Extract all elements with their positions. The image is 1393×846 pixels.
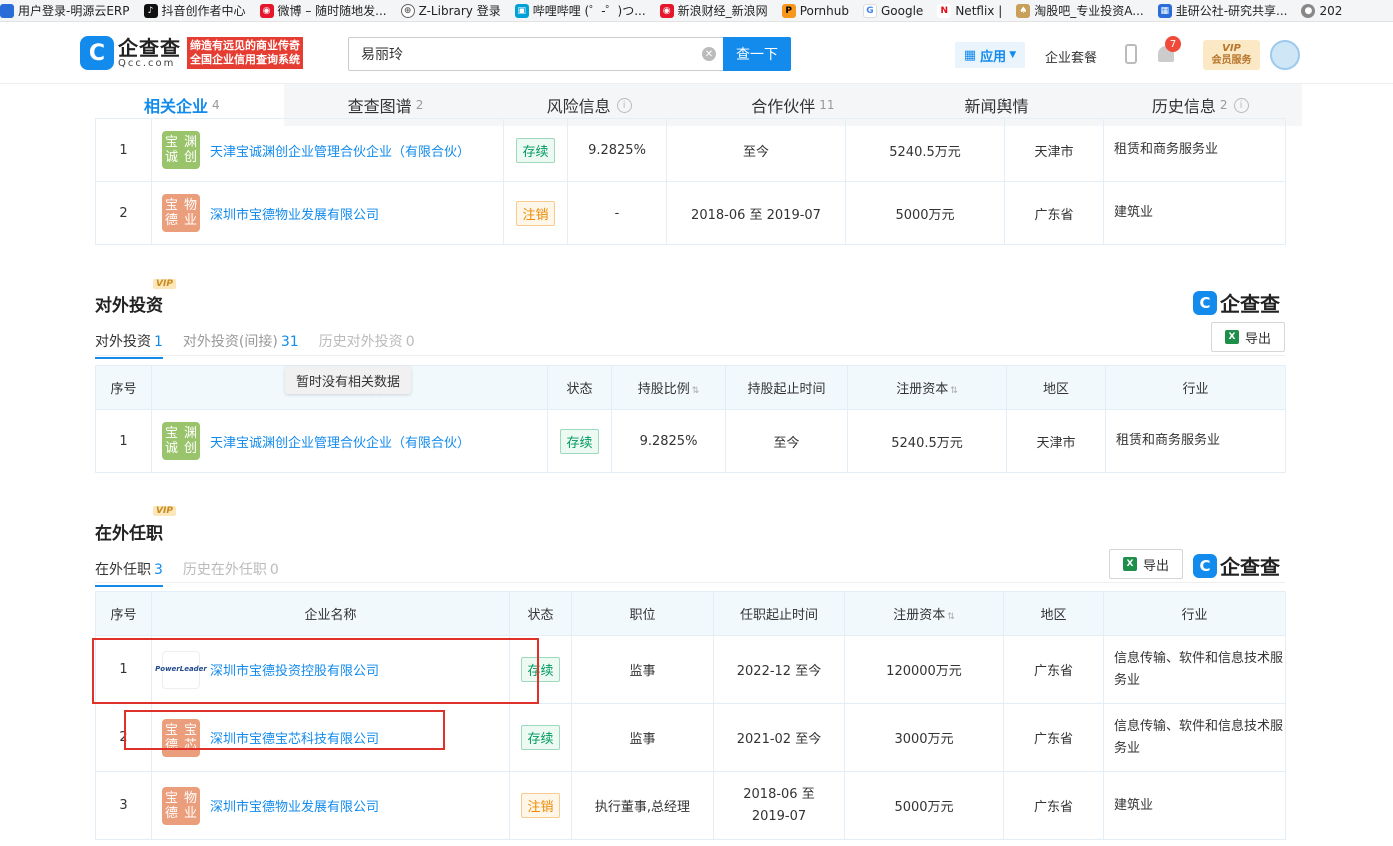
globe-icon: ⊕ (400, 3, 415, 18)
weibo-icon: ◉ (259, 3, 274, 18)
mingyuan-icon (0, 3, 14, 18)
tooltip: 暂时没有相关数据 (285, 366, 411, 394)
annotation-box (124, 710, 445, 750)
annotation-box (92, 638, 539, 704)
logo-domain: Qcc.com (118, 57, 176, 69)
sort-icon: ⇅ (947, 612, 955, 622)
sort-icon: ⇅ (950, 386, 958, 396)
qcc-watermark: C 企查查 (1193, 551, 1280, 580)
logo-name: 企查查 (118, 35, 181, 60)
clear-icon[interactable]: ✕ (702, 47, 716, 61)
enterprise-package-link[interactable]: 企业套餐 (1045, 47, 1097, 66)
bookmarks-bar: 用户登录-明源云ERP ♪ 抖音创作者中心 ◉ 微博 – 随时随地发... ⊕ Z-L… (0, 0, 1393, 22)
netflix-icon: N (937, 3, 952, 18)
table-row: 1 宝诚 渊创 天津宝诚渊创企业管理合伙企业（有限合伙） 存续 9.2825% 至今… (95, 409, 1286, 473)
company-link[interactable]: 深圳市宝德物业发展有限公司 (210, 204, 379, 223)
search-input[interactable]: 易丽玲 ✕ (348, 37, 724, 71)
bookmark-douyin[interactable]: ♪ 抖音创作者中心 (143, 2, 246, 19)
table-row: 2 宝德 物业 深圳市宝德物业发展有限公司 注销 - 2018-06 至 2019-… (95, 181, 1286, 245)
qcc-logo-icon: C (1193, 553, 1217, 578)
export-button[interactable]: X 导出 (1109, 549, 1183, 579)
sort-capital[interactable]: 注册资本 ⇅ (847, 365, 1007, 410)
excel-icon: X (1224, 330, 1239, 344)
status-badge: 存续 (560, 428, 599, 454)
qcc-logo-icon: C (1193, 290, 1217, 315)
douyin-icon: ♪ (143, 3, 158, 18)
bookmark-zlibrary[interactable]: ⊕ Z-Library 登录 (400, 2, 501, 19)
jiuyan-icon: ▦ (1157, 3, 1172, 18)
info-icon: i (616, 97, 632, 113)
sort-ratio[interactable]: 持股比例 ⇅ (611, 365, 726, 410)
company-logo: 宝德 物业 (162, 786, 200, 825)
company-logo: 宝诚 渊创 (162, 131, 200, 169)
search-button[interactable]: 查一下 (723, 37, 791, 71)
company-logo: 宝德 物业 (162, 194, 200, 232)
bookmark-ph[interactable]: P Pornhub (781, 3, 849, 18)
bookmark-netflix[interactable]: N Netflix | (937, 3, 1002, 18)
bookmark-taoguba[interactable]: ♠ 淘股吧_专业投资A... (1016, 2, 1144, 19)
status-badge: 存续 (516, 137, 555, 163)
section-title-positions: 在外任职 (95, 524, 163, 544)
bookmark-jiuyan[interactable]: ▦ 韭研公社-研究共享... (1157, 2, 1287, 19)
status-badge: 注销 (516, 200, 555, 226)
table-row: 1 宝诚 渊创 天津宝诚渊创企业管理合伙企业（有限合伙） 存续 9.2825% 至今… (95, 118, 1286, 182)
bookmark-weibo[interactable]: ◉ 微博 – 随时随地发... (259, 2, 387, 19)
bookmark-sina[interactable]: ◉ 新浪财经_新浪网 (659, 2, 768, 19)
sort-capital[interactable]: 注册资本 ⇅ (844, 591, 1004, 636)
google-icon: G (863, 3, 877, 18)
sort-icon: ⇅ (691, 386, 700, 396)
status-badge: 注销 (521, 793, 560, 818)
company-logo: 宝诚 渊创 (162, 422, 200, 460)
apps-button[interactable]: ▦ 应用 ▼ (955, 42, 1025, 68)
related-companies-table: 1 宝诚 渊创 天津宝诚渊创企业管理合伙企业（有限合伙） 存续 9.2825% 至今… (95, 118, 1286, 245)
avatar[interactable] (1270, 40, 1300, 70)
vip-service-button[interactable]: VIP 会员服务 (1203, 40, 1260, 70)
bookmark-more[interactable]: ● 202 (1301, 3, 1342, 18)
company-link[interactable]: 深圳市宝德物业发展有限公司 (210, 796, 379, 815)
info-icon: i (1233, 97, 1249, 113)
table-header: 序号 被投资企业名称 状态 持股比例⇅ 持股起止时间 注册资本⇅ 地区 行业 (95, 365, 1286, 410)
bookmark-bilibili[interactable]: ▣ 哔哩哔哩 (゜-゜)つ... (514, 2, 646, 19)
vip-tag: VIP (153, 506, 176, 516)
site-logo[interactable]: C 企查查 Qcc.com 缔造有远见的商业传奇 全国企业信用查询系统 (80, 36, 303, 70)
excel-icon: X (1122, 557, 1137, 571)
vip-tag: VIP (153, 279, 176, 289)
qcc-watermark: C 企查查 (1193, 288, 1280, 317)
company-link[interactable]: 天津宝诚渊创企业管理合伙企业（有限合伙） (210, 141, 470, 160)
taoguba-icon: ♠ (1016, 3, 1031, 18)
table-row: 3 宝德 物业 深圳市宝德物业发展有限公司 注销 执行董事,总经理 2018-06 … (95, 771, 1286, 840)
sina-icon: ◉ (659, 3, 674, 18)
company-link[interactable]: 天津宝诚渊创企业管理合伙企业（有限合伙） (210, 432, 470, 451)
notification-badge: 7 (1165, 36, 1181, 52)
grid-icon: ▦ (963, 47, 977, 63)
export-button[interactable]: X 导出 (1211, 322, 1285, 352)
person-icon: ● (1301, 3, 1316, 18)
ph-icon: P (781, 3, 796, 18)
phone-icon[interactable] (1125, 44, 1137, 64)
site-header: C 企查查 Qcc.com 缔造有远见的商业传奇 全国企业信用查询系统 易丽玲 … (0, 22, 1393, 84)
bilibili-icon: ▣ (514, 3, 529, 18)
status-badge: 存续 (521, 725, 560, 750)
bookmark-google[interactable]: G Google (863, 3, 923, 18)
investment-table: 序号 被投资企业名称 状态 持股比例⇅ 持股起止时间 注册资本⇅ 地区 行业 1… (95, 365, 1286, 473)
slogan: 缔造有远见的商业传奇 全国企业信用查询系统 (187, 37, 303, 69)
bookmark-mingyuan[interactable]: 用户登录-明源云ERP (0, 2, 130, 19)
section-title-investment: 对外投资 (95, 296, 163, 316)
table-header: 序号 企业名称 状态 职位 任职起止时间 注册资本 ⇅ 地区 行业 (95, 591, 1286, 636)
qcc-logo-icon: C (80, 36, 114, 70)
caret-down-icon: ▼ (1009, 50, 1017, 60)
